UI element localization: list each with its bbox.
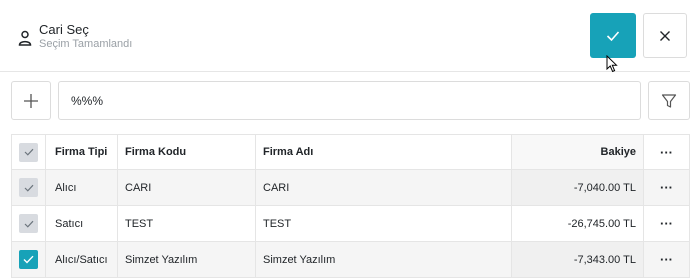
firma-adi-cell: TEST — [255, 206, 511, 241]
firma-tipi-cell: Satıcı — [45, 206, 117, 241]
cari-table: Firma Tipi Firma Kodu Firma Adı Bakiye ·… — [11, 134, 690, 279]
more-icon: ··· — [660, 252, 673, 267]
more-icon: ··· — [660, 144, 673, 160]
column-header-bakiye[interactable]: Bakiye — [511, 135, 643, 169]
dialog-subtitle: Seçim Tamamlandı — [39, 38, 133, 50]
row-select-cell — [11, 170, 45, 205]
row-checkbox[interactable] — [19, 178, 38, 197]
table-row[interactable]: Alıcı/Satıcı Simzet Yazılım Simzet Yazıl… — [11, 242, 690, 278]
column-header-firma-kodu[interactable]: Firma Kodu — [117, 135, 255, 169]
firma-kodu-cell: CARI — [117, 170, 255, 205]
column-header-firma-tipi[interactable]: Firma Tipi — [45, 135, 117, 169]
more-icon: ··· — [660, 216, 673, 231]
row-checkbox-checked[interactable] — [19, 250, 38, 269]
check-icon — [23, 255, 34, 264]
row-select-cell — [11, 242, 45, 277]
table-row[interactable]: Alıcı CARI CARI -7,040.00 TL ··· — [11, 170, 690, 206]
check-icon — [24, 184, 33, 192]
table-row[interactable]: Satıcı TEST TEST -26,745.00 TL ··· — [11, 206, 690, 242]
row-actions-cell[interactable]: ··· — [643, 242, 690, 277]
header-divider — [0, 71, 690, 72]
select-all-cell — [11, 135, 45, 169]
firma-tipi-cell: Alıcı — [45, 170, 117, 205]
add-button[interactable] — [11, 81, 51, 120]
plus-icon — [24, 93, 38, 108]
bakiye-cell: -7,040.00 TL — [511, 170, 643, 205]
table-header-row: Firma Tipi Firma Kodu Firma Adı Bakiye ·… — [11, 134, 690, 170]
column-header-actions[interactable]: ··· — [643, 135, 690, 169]
check-icon — [24, 220, 33, 228]
mouse-cursor-icon — [606, 55, 618, 73]
close-button[interactable] — [643, 13, 687, 58]
bakiye-cell: -7,343.00 TL — [511, 242, 643, 277]
bakiye-cell: -26,745.00 TL — [511, 206, 643, 241]
dialog-title: Cari Seç — [39, 22, 89, 37]
firma-kodu-cell: TEST — [117, 206, 255, 241]
row-actions-cell[interactable]: ··· — [643, 170, 690, 205]
firma-kodu-cell: Simzet Yazılım — [117, 242, 255, 277]
row-checkbox[interactable] — [19, 214, 38, 233]
firma-adi-cell: CARI — [255, 170, 511, 205]
row-select-cell — [11, 206, 45, 241]
check-icon — [24, 148, 33, 156]
firma-adi-cell: Simzet Yazılım — [255, 242, 511, 277]
dialog-header: Cari Seç Seçim Tamamlandı — [0, 0, 690, 72]
select-all-checkbox[interactable] — [19, 142, 38, 162]
confirm-button[interactable] — [590, 13, 636, 58]
user-icon — [18, 30, 32, 46]
firma-tipi-cell: Alıcı/Satıcı — [45, 242, 117, 277]
filter-icon — [661, 93, 677, 108]
check-icon — [606, 30, 620, 41]
search-input[interactable] — [58, 81, 641, 120]
filter-button[interactable] — [648, 81, 690, 120]
more-icon: ··· — [660, 180, 673, 195]
row-actions-cell[interactable]: ··· — [643, 206, 690, 241]
close-icon — [660, 30, 670, 41]
column-header-firma-adi[interactable]: Firma Adı — [255, 135, 511, 169]
